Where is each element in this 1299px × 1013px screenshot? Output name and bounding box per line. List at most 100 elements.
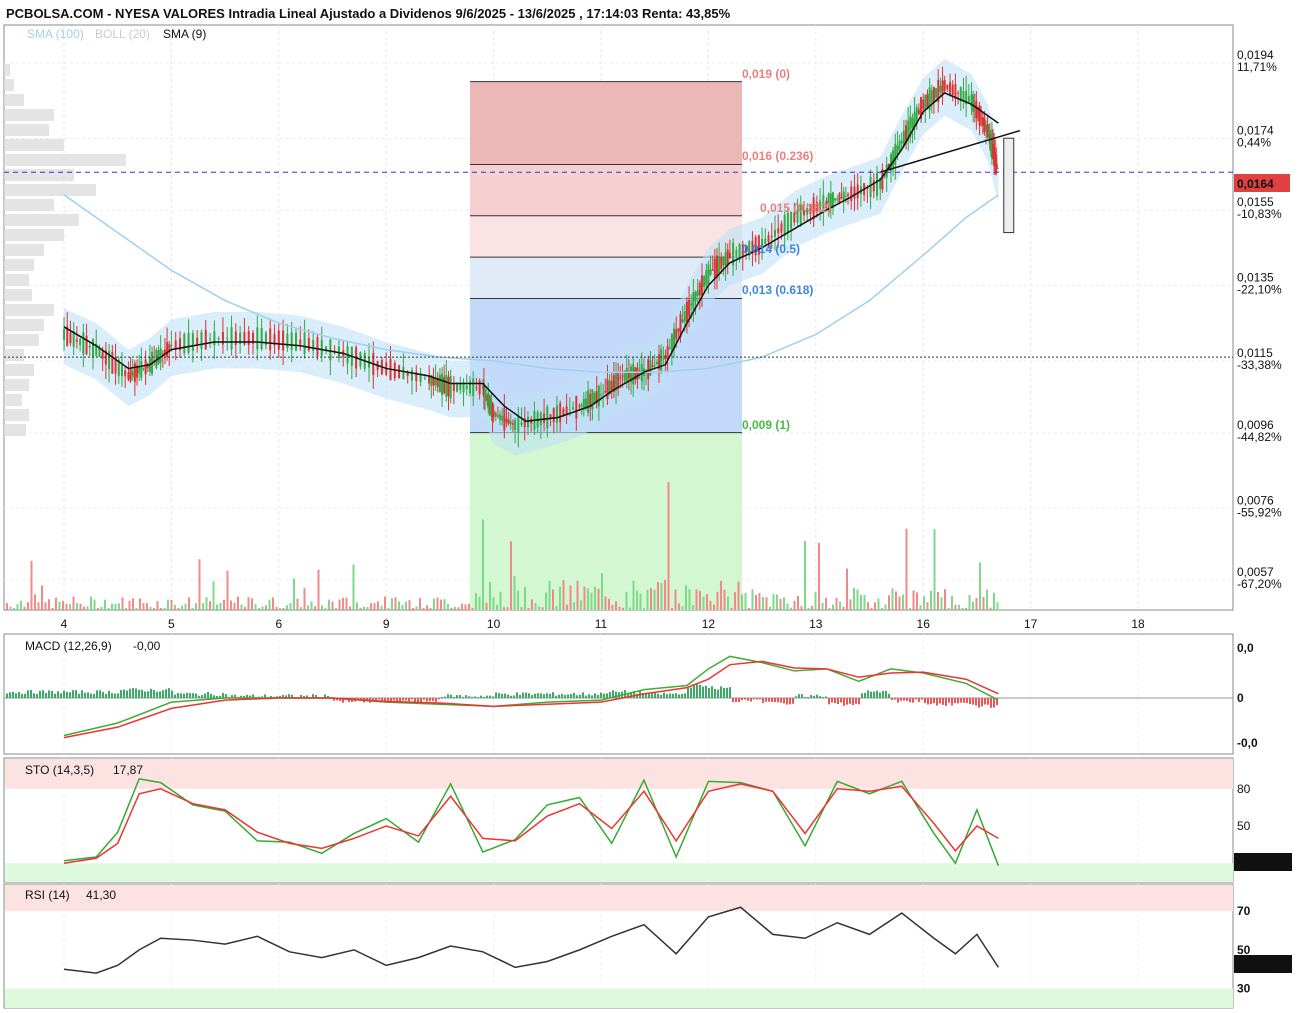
candle-body	[653, 364, 656, 366]
candle-body	[668, 347, 671, 349]
candle-body	[572, 407, 575, 410]
volume-bar	[492, 597, 495, 610]
candle-body	[951, 84, 954, 96]
macd-hist-bar	[453, 697, 455, 698]
macd-hist-bar	[939, 698, 941, 704]
macd-hist-bar	[837, 698, 839, 705]
macd-hist-bar	[678, 694, 680, 698]
volume-bar	[765, 597, 768, 610]
candle-body	[138, 367, 141, 374]
volume-bar	[401, 604, 404, 610]
volume-bar	[475, 593, 477, 610]
fib-label-382: 0,015 (0.382)	[760, 201, 831, 215]
candle-body	[894, 144, 897, 165]
sto-value: 17,87	[113, 763, 143, 777]
macd-hist-bar	[699, 684, 701, 698]
volume-bar	[433, 598, 435, 610]
macd-hist-bar	[690, 687, 692, 698]
macd-hist-bar	[732, 698, 734, 703]
volume-bar	[282, 608, 285, 610]
volume-bar	[506, 607, 509, 610]
macd-hist-bar	[567, 694, 569, 698]
candle-body	[735, 250, 738, 256]
candle-body	[299, 339, 302, 345]
macd-hist-bar	[474, 696, 476, 698]
macd-hist-bar	[585, 695, 587, 698]
volume-profile-bar	[4, 139, 64, 151]
candle-body	[911, 117, 914, 129]
macd-hist-bar	[123, 689, 125, 698]
volume-bar	[209, 601, 211, 610]
macd-hist-bar	[21, 693, 23, 698]
candle-body	[718, 256, 721, 274]
volume-bar	[380, 605, 383, 610]
volume-bar	[331, 601, 334, 610]
candle-body	[584, 398, 587, 408]
volume-bar	[517, 590, 519, 610]
volume-bar	[373, 603, 376, 610]
macd-hist-bar	[126, 690, 128, 698]
candle-body	[526, 416, 529, 428]
volume-bar	[583, 586, 586, 610]
volume-bar	[926, 602, 929, 610]
volume-bar	[118, 603, 120, 610]
macd-hist-bar	[57, 691, 59, 698]
volume-bar	[695, 589, 698, 610]
volume-bar	[818, 542, 820, 610]
macd-hist-bar	[912, 698, 914, 703]
fibonacci-retracement	[470, 81, 742, 610]
volume-bar	[531, 599, 533, 610]
candle-body	[434, 378, 437, 386]
macd-hist-bar	[411, 698, 413, 700]
macd-hist-bar	[90, 693, 92, 698]
macd-hist-bar	[870, 691, 872, 698]
macd-hist-bar	[192, 693, 194, 698]
macd-hist-bar	[759, 698, 761, 700]
volume-bar	[671, 608, 673, 610]
macd-hist-bar	[393, 698, 395, 701]
macd-hist-bar	[879, 692, 881, 698]
volume-bar	[286, 605, 288, 610]
volume-bar	[594, 586, 596, 610]
sto-k-line	[63, 778, 1000, 866]
candle-body	[144, 359, 147, 375]
macd-hist-bar	[207, 692, 209, 698]
x-tick-label: 13	[809, 617, 823, 631]
volume-bar	[363, 606, 365, 610]
volume-profile-bar	[4, 244, 44, 256]
candle-body	[449, 376, 452, 399]
macd-hist-bar	[444, 696, 446, 698]
volume-bar	[653, 589, 656, 610]
volume-bar	[835, 597, 838, 610]
macd-hist-bar	[819, 696, 821, 698]
volume-bar	[615, 601, 617, 610]
macd-hist-bar	[933, 698, 935, 704]
macd-hist-bar	[570, 694, 572, 698]
macd-hist-bar	[477, 697, 479, 698]
volume-bar	[905, 528, 908, 610]
volume-bar	[779, 598, 782, 610]
volume-bar	[240, 604, 243, 610]
candle-body	[546, 406, 549, 429]
macd-hist-bar	[159, 691, 161, 698]
volume-profile-bar	[4, 304, 54, 316]
macd-hist-bar	[729, 687, 731, 698]
macd-hist-bar	[435, 698, 437, 702]
candle-body	[636, 367, 639, 380]
macd-hist-bar	[687, 687, 689, 698]
candle-body	[312, 339, 315, 351]
volume-bar	[499, 591, 502, 610]
candle-body	[514, 420, 517, 430]
macd-hist-bar	[102, 691, 104, 698]
volume-bar	[940, 597, 943, 610]
candle-body	[647, 359, 650, 380]
macd-hist-bar	[153, 689, 155, 698]
volume-profile-bar	[4, 394, 22, 406]
volume-bar	[562, 580, 565, 610]
volume-bar	[986, 589, 988, 610]
x-tick-label: 18	[1131, 617, 1145, 631]
macd-hist-bar	[72, 690, 74, 698]
y-pct-label: -10,83%	[1237, 207, 1282, 221]
candle-body	[939, 85, 942, 93]
rsi-value: 41,30	[86, 888, 116, 902]
